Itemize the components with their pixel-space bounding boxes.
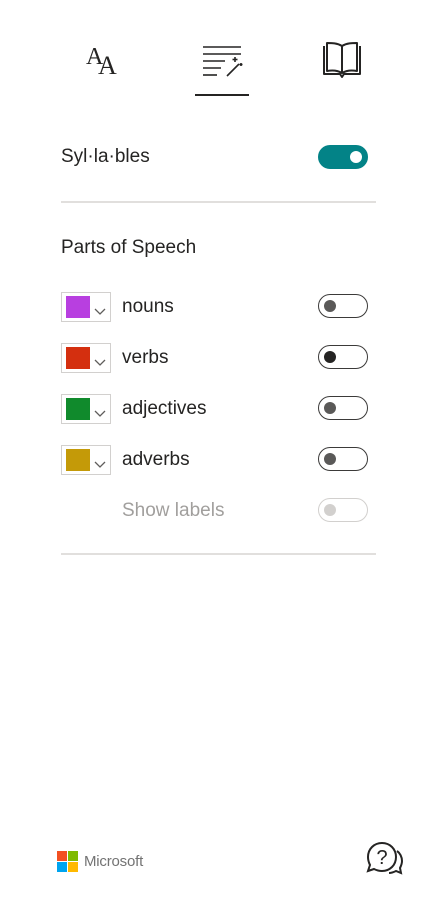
tab-reading-preferences[interactable] bbox=[310, 40, 374, 96]
color-swatch bbox=[66, 296, 90, 318]
tab-bar: A A bbox=[0, 0, 446, 100]
syllables-toggle[interactable] bbox=[318, 145, 368, 169]
toggle-knob bbox=[324, 351, 336, 363]
toggle-knob bbox=[350, 151, 362, 163]
text-preferences-icon: A A bbox=[83, 40, 123, 81]
toggle-knob bbox=[324, 504, 336, 516]
reading-preferences-icon bbox=[320, 40, 364, 85]
chevron-down-icon bbox=[94, 303, 106, 321]
divider bbox=[61, 553, 376, 555]
verbs-label: verbs bbox=[122, 347, 169, 368]
color-swatch bbox=[66, 398, 90, 420]
nouns-color-picker[interactable] bbox=[61, 292, 111, 322]
nouns-label: nouns bbox=[122, 296, 174, 317]
microsoft-brand-text: Microsoft bbox=[84, 853, 144, 870]
adverbs-label: adverbs bbox=[122, 449, 190, 470]
verbs-toggle[interactable] bbox=[318, 345, 368, 369]
chevron-down-icon bbox=[94, 354, 106, 372]
tab-grammar-options[interactable] bbox=[190, 40, 254, 96]
nouns-toggle[interactable] bbox=[318, 294, 368, 318]
adverbs-color-picker[interactable] bbox=[61, 445, 111, 475]
adjectives-label: adjectives bbox=[122, 398, 207, 419]
tab-text-preferences[interactable]: A A bbox=[71, 40, 135, 96]
toggle-knob bbox=[324, 453, 336, 465]
show-labels-label: Show labels bbox=[122, 500, 225, 521]
color-swatch bbox=[66, 347, 90, 369]
color-swatch bbox=[66, 449, 90, 471]
show-labels-toggle bbox=[318, 498, 368, 522]
microsoft-logo: Microsoft bbox=[57, 851, 143, 872]
divider bbox=[61, 201, 376, 203]
chevron-down-icon bbox=[94, 456, 106, 474]
microsoft-logo-icon bbox=[57, 851, 78, 872]
adjectives-color-picker[interactable] bbox=[61, 394, 111, 424]
parts-of-speech-heading: Parts of Speech bbox=[61, 237, 197, 258]
chevron-down-icon bbox=[94, 405, 106, 423]
toggle-knob bbox=[324, 300, 336, 312]
adverbs-toggle[interactable] bbox=[318, 447, 368, 471]
svg-text:?: ? bbox=[376, 847, 387, 869]
adjectives-toggle[interactable] bbox=[318, 396, 368, 420]
svg-text:A: A bbox=[98, 51, 117, 76]
help-button[interactable]: ? bbox=[364, 840, 404, 876]
toggle-knob bbox=[324, 402, 336, 414]
help-icon: ? bbox=[364, 841, 404, 880]
grammar-options-icon bbox=[199, 40, 245, 85]
syllables-label: Syl·la·bles bbox=[61, 146, 150, 167]
verbs-color-picker[interactable] bbox=[61, 343, 111, 373]
